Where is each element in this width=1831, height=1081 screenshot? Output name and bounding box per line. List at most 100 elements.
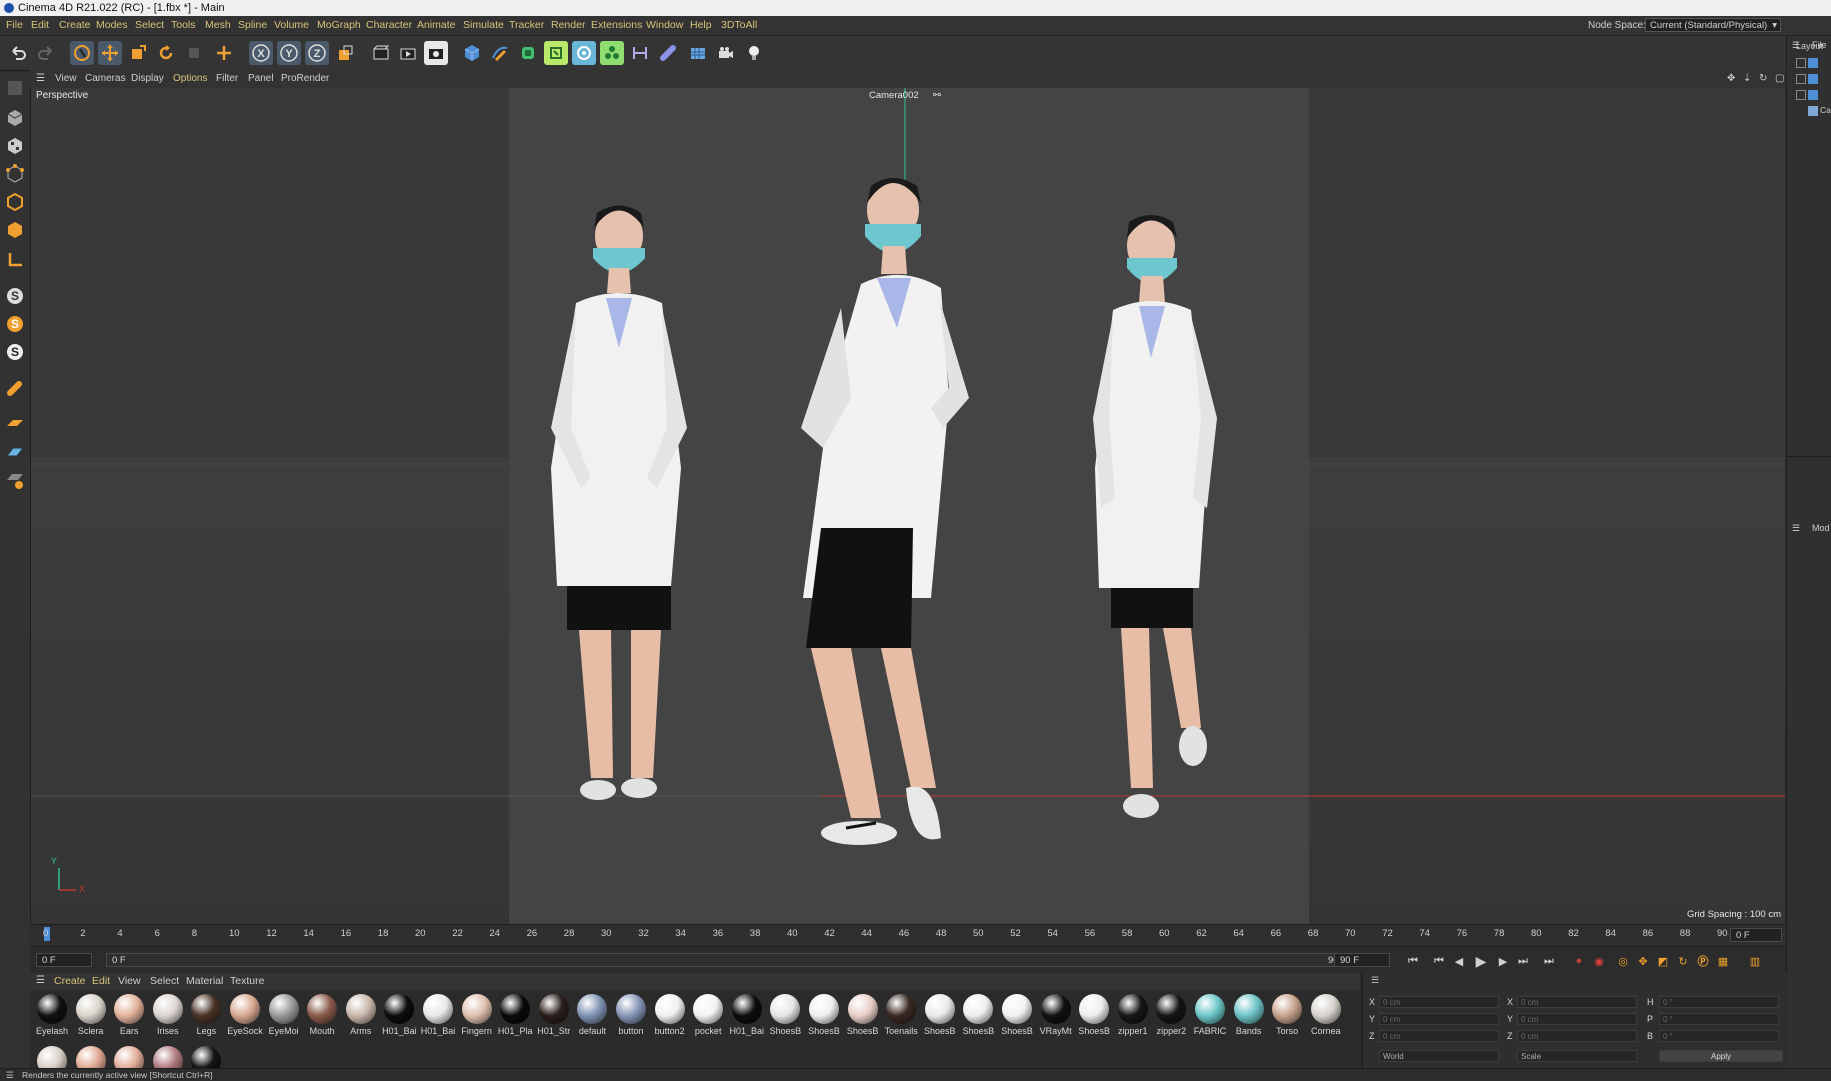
menu-file[interactable]: File xyxy=(6,16,23,35)
recent-tool-icon[interactable] xyxy=(182,41,206,65)
material-swatch[interactable]: VRayMt xyxy=(1037,994,1075,1042)
next-frame-icon[interactable]: ▶ xyxy=(1494,952,1512,970)
pen-spline-icon[interactable] xyxy=(488,41,512,65)
menu-character[interactable]: Character xyxy=(366,16,412,35)
viewport-menu-display[interactable]: Display xyxy=(131,70,164,88)
material-swatch[interactable]: Bands xyxy=(1230,994,1268,1042)
menu-animate[interactable]: Animate xyxy=(417,16,456,35)
grid-workplane-icon[interactable] xyxy=(3,440,27,464)
object-tree-expander[interactable] xyxy=(1796,90,1806,100)
rot-h-field[interactable]: 0 ° xyxy=(1659,996,1779,1008)
coordinate-menu-icon[interactable]: ☰ xyxy=(1371,975,1379,986)
material-swatch[interactable]: Irises xyxy=(149,994,187,1042)
rot-b-field[interactable]: 0 ° xyxy=(1659,1030,1779,1042)
material-menu-create[interactable]: Create xyxy=(54,973,86,990)
attribute-manager-mode-menu[interactable]: Mod xyxy=(1812,523,1830,533)
material-menu-material[interactable]: Material xyxy=(186,973,223,990)
polygons-mode-icon[interactable] xyxy=(3,218,27,242)
menu-volume[interactable]: Volume xyxy=(274,16,309,35)
make-editable-icon[interactable] xyxy=(3,76,27,100)
material-swatch[interactable]: ShoesB xyxy=(998,994,1036,1042)
edges-mode-icon[interactable] xyxy=(3,190,27,214)
y-axis-lock-icon[interactable]: Y xyxy=(277,41,301,65)
material-swatch[interactable]: Eyelash xyxy=(33,994,71,1042)
material-swatch[interactable]: EyeMoi xyxy=(265,994,303,1042)
material-swatch[interactable]: ShoesB xyxy=(1075,994,1113,1042)
material-swatch[interactable] xyxy=(33,1046,71,1068)
live-selection-icon[interactable] xyxy=(70,41,94,65)
workplane-icon[interactable] xyxy=(3,412,27,436)
rotation-key-icon[interactable]: ↻ xyxy=(1674,952,1692,970)
viewport-maximize-icon[interactable]: ▢ xyxy=(1775,70,1784,88)
size-mode-dropdown[interactable]: Scale xyxy=(1517,1050,1637,1062)
model-mode-icon[interactable] xyxy=(3,106,27,130)
go-to-end-icon[interactable]: ⏭ xyxy=(1540,952,1558,970)
viewport-menu-view[interactable]: View xyxy=(55,70,77,88)
material-swatch[interactable]: default xyxy=(573,994,611,1042)
go-to-start-icon[interactable]: ⏮ xyxy=(1404,952,1422,970)
next-key-icon[interactable]: ⏭ xyxy=(1514,952,1532,970)
node-space-dropdown[interactable]: Current (Standard/Physical) xyxy=(1645,18,1781,33)
locked-workplane-icon[interactable] xyxy=(3,468,27,492)
parameter-key-icon[interactable]: Ⓟ xyxy=(1694,952,1712,970)
material-swatch[interactable]: zipper2 xyxy=(1152,994,1190,1042)
material-swatch[interactable]: button xyxy=(612,994,650,1042)
render-to-picture-viewer-icon[interactable] xyxy=(396,41,420,65)
z-axis-lock-icon[interactable]: Z xyxy=(305,41,329,65)
material-swatch[interactable]: ShoesB xyxy=(959,994,997,1042)
array-generator-icon[interactable] xyxy=(544,41,568,65)
add-object-icon[interactable] xyxy=(212,41,236,65)
material-swatch[interactable]: FABRIC xyxy=(1191,994,1229,1042)
material-menu-icon[interactable]: ☰ xyxy=(36,972,45,990)
perspective-viewport[interactable]: Y X Perspective Camera002 ⚯ Grid Spacing… xyxy=(31,88,1785,924)
record-keys-icon[interactable]: ● xyxy=(1570,952,1588,970)
material-swatch[interactable]: button2 xyxy=(651,994,689,1042)
rot-p-field[interactable]: 0 ° xyxy=(1659,1013,1779,1025)
keyframe-selection-icon[interactable]: ◎ xyxy=(1614,952,1632,970)
move-tool-icon[interactable] xyxy=(98,41,122,65)
size-x-field[interactable]: 0 cm xyxy=(1517,996,1637,1008)
menu-edit[interactable]: Edit xyxy=(31,16,49,35)
menu-window[interactable]: Window xyxy=(646,16,683,35)
deformer-icon[interactable] xyxy=(628,41,652,65)
scale-key-icon[interactable]: ◩ xyxy=(1654,952,1672,970)
material-swatch[interactable]: pocket xyxy=(689,994,727,1042)
points-mode-icon[interactable] xyxy=(3,162,27,186)
timeline-ruler[interactable]: 0 2 4 6 8 10 12 14 16 18 20 22 24 26 28 30 32 34 36 38 40 42 4… xyxy=(30,924,1786,947)
material-swatch[interactable]: EyeSock xyxy=(226,994,264,1042)
snap-icon[interactable]: S xyxy=(3,284,27,308)
object-tree-expander[interactable] xyxy=(1796,58,1806,68)
snap-settings-icon[interactable]: S xyxy=(3,312,27,336)
play-forward-icon[interactable]: ▶ xyxy=(1472,952,1490,970)
material-swatch[interactable]: Fingern xyxy=(458,994,496,1042)
previous-key-icon[interactable]: ⏮ xyxy=(1430,952,1448,970)
material-swatch[interactable]: H01_Pla xyxy=(496,994,534,1042)
texture-mode-icon[interactable] xyxy=(3,134,27,158)
menu-simulate[interactable]: Simulate xyxy=(463,16,504,35)
material-menu-view[interactable]: View xyxy=(118,973,141,990)
render-settings-icon[interactable] xyxy=(424,41,448,65)
material-menu-texture[interactable]: Texture xyxy=(230,973,264,990)
material-swatch[interactable]: H01_Bai xyxy=(380,994,418,1042)
menu-spline[interactable]: Spline xyxy=(238,16,267,35)
magnet-tool-icon[interactable] xyxy=(3,376,27,400)
attribute-manager-menu-icon[interactable]: ☰ xyxy=(1792,523,1800,534)
autokeying-icon[interactable]: ◉ xyxy=(1590,952,1608,970)
pos-z-field[interactable]: 0 cm xyxy=(1379,1030,1499,1042)
rotate-tool-icon[interactable] xyxy=(154,41,178,65)
active-camera-label[interactable]: Camera002 xyxy=(869,90,919,101)
undo-icon[interactable] xyxy=(6,41,30,65)
workplane-snap-icon[interactable]: S xyxy=(3,340,27,364)
mograph-cloner-icon[interactable] xyxy=(600,41,624,65)
object-manager-file-menu[interactable]: File xyxy=(1812,40,1827,50)
preview-range-slider[interactable]: 0 F 90 F xyxy=(106,953,1354,967)
menu-tools[interactable]: Tools xyxy=(171,16,196,35)
menu-create[interactable]: Create xyxy=(59,16,91,35)
start-frame-field[interactable]: 0 F xyxy=(36,953,92,967)
viewport-menu-options[interactable]: Options xyxy=(173,70,207,88)
material-swatch[interactable]: ShoesB xyxy=(921,994,959,1042)
material-swatch[interactable]: Toenails xyxy=(882,994,920,1042)
material-swatch[interactable]: ShoesB xyxy=(805,994,843,1042)
menu-select[interactable]: Select xyxy=(135,16,164,35)
viewport-zoom-icon[interactable]: ⇣ xyxy=(1743,70,1751,88)
